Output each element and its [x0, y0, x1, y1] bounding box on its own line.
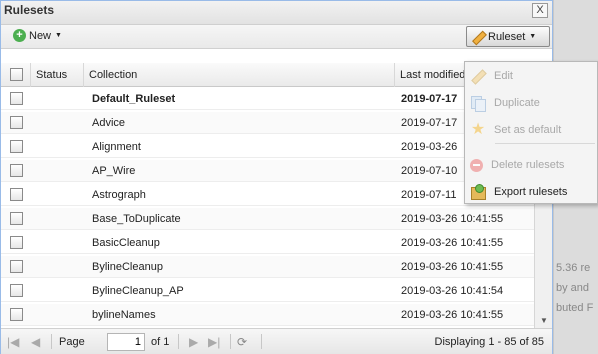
background-text-1: 5.36 re	[556, 262, 591, 274]
table-row[interactable]: Base_ToDuplicate 2019-03-26 10:41:55	[1, 208, 534, 230]
last-modified-cell: 2019-03-26 10:41:55	[401, 237, 504, 249]
collection-cell: Default_Ruleset	[92, 93, 176, 105]
ruleset-dropdown-menu: Edit Duplicate ★ Set as default Delete rules…	[464, 61, 598, 204]
table-row[interactable]: BasicCleanup 2019-03-26 10:41:55	[1, 232, 534, 254]
duplicate-icon	[470, 95, 486, 112]
pencil-icon	[471, 30, 485, 44]
row-checkbox[interactable]	[10, 308, 23, 321]
row-checkbox[interactable]	[10, 140, 23, 153]
menu-item-export-rulesets[interactable]: Export rulesets	[465, 180, 597, 204]
page-label: Page	[59, 336, 85, 348]
toolbar: + New ▼ Ruleset ▼	[1, 25, 552, 49]
header-select-cell	[1, 63, 31, 87]
last-modified-cell: 2019-03-26 10:41:54	[401, 285, 504, 297]
new-button-label: New	[29, 29, 52, 42]
new-button[interactable]: + New ▼	[13, 29, 62, 42]
ruleset-menu-button[interactable]: Ruleset ▼	[466, 26, 550, 47]
close-button[interactable]: X	[532, 3, 548, 18]
collection-cell: bylineNames	[92, 309, 156, 321]
first-page-icon[interactable]: |◀	[7, 335, 19, 349]
page-number-input[interactable]	[107, 333, 145, 351]
table-row[interactable]: Astrograph 2019-07-11	[1, 184, 534, 206]
row-checkbox[interactable]	[10, 236, 23, 249]
ruleset-button-label: Ruleset	[488, 30, 526, 43]
menu-item-label: Set as default	[494, 124, 562, 136]
dialog-title: Rulesets	[4, 3, 55, 17]
background-text-3: buted F	[556, 302, 594, 314]
menu-item-label: Export rulesets	[494, 186, 568, 198]
pencil-icon	[470, 68, 486, 84]
chevron-down-icon: ▼	[55, 32, 62, 39]
menu-item-label: Edit	[494, 70, 513, 82]
chevron-down-icon: ▼	[529, 33, 537, 40]
menu-separator	[495, 143, 595, 144]
star-icon: ★	[470, 121, 486, 138]
collection-cell: Astrograph	[92, 189, 146, 201]
menu-item-label: Delete rulesets	[491, 159, 565, 171]
menu-item-set-as-default[interactable]: ★ Set as default	[465, 118, 597, 142]
table-row[interactable]: bylineNames 2019-03-26 10:41:55	[1, 304, 534, 326]
collection-cell: Base_ToDuplicate	[92, 213, 181, 225]
row-checkbox[interactable]	[10, 284, 23, 297]
delete-icon	[470, 158, 483, 172]
row-checkbox[interactable]	[10, 92, 23, 105]
last-modified-cell: 2019-03-26 10:41:55	[401, 261, 504, 273]
separator	[51, 334, 52, 349]
separator	[261, 334, 262, 349]
paging-toolbar: |◀ ◀ Page of 1 ▶ ▶| ⟳ Displaying 1 - 85 …	[1, 328, 552, 354]
last-page-icon[interactable]: ▶|	[208, 335, 220, 349]
last-modified-cell: 2019-03-26 10:41:55	[401, 213, 504, 225]
menu-item-edit[interactable]: Edit	[465, 64, 597, 88]
display-info: Displaying 1 - 85 of 85	[434, 336, 544, 348]
grid-body: Default_Ruleset 2019-07-17 Advice 2019-07-1…	[1, 88, 534, 328]
table-row[interactable]: BylineCleanup 2019-03-26 10:41:55	[1, 256, 534, 278]
table-row[interactable]: BylineCleanup_AP 2019-03-26 10:41:54	[1, 280, 534, 302]
menu-item-label: Duplicate	[494, 97, 540, 109]
table-row[interactable]: Default_Ruleset 2019-07-17	[1, 88, 534, 110]
collection-cell: AP_Wire	[92, 165, 136, 177]
collection-cell: BasicCleanup	[92, 237, 160, 249]
collection-cell: Alignment	[92, 141, 141, 153]
grid-header: Status Collection Last modified	[1, 63, 534, 87]
table-row[interactable]: Alignment 2019-03-26	[1, 136, 534, 158]
background-text-2: by and	[556, 282, 590, 294]
collection-cell: BylineCleanup	[92, 261, 163, 273]
column-header-status[interactable]: Status	[31, 63, 84, 87]
table-row[interactable]: Advice 2019-07-17	[1, 112, 534, 134]
row-checkbox[interactable]	[10, 116, 23, 129]
table-row[interactable]: AP_Wire 2019-07-10	[1, 160, 534, 182]
row-checkbox[interactable]	[10, 164, 23, 177]
collection-cell: BylineCleanup_AP	[92, 285, 184, 297]
export-icon	[470, 184, 486, 200]
page-count-label: of 1	[151, 336, 170, 348]
menu-item-duplicate[interactable]: Duplicate	[465, 91, 597, 115]
separator	[230, 334, 231, 349]
menu-item-delete-rulesets[interactable]: Delete rulesets	[465, 153, 597, 177]
last-modified-cell: 2019-03-26 10:41:55	[401, 309, 504, 321]
column-header-collection[interactable]: Collection	[84, 63, 395, 87]
row-checkbox[interactable]	[10, 212, 23, 225]
row-checkbox[interactable]	[10, 260, 23, 273]
separator	[178, 334, 179, 349]
next-page-icon[interactable]: ▶	[189, 335, 198, 349]
collection-cell: Advice	[92, 117, 126, 129]
select-all-checkbox[interactable]	[10, 68, 23, 81]
add-icon: +	[13, 29, 26, 42]
refresh-icon[interactable]: ⟳	[237, 335, 247, 349]
scroll-down-icon[interactable]: ▼	[540, 316, 548, 325]
row-checkbox[interactable]	[10, 188, 23, 201]
dialog-titlebar: Rulesets X	[1, 1, 552, 25]
previous-page-icon[interactable]: ◀	[31, 335, 40, 349]
